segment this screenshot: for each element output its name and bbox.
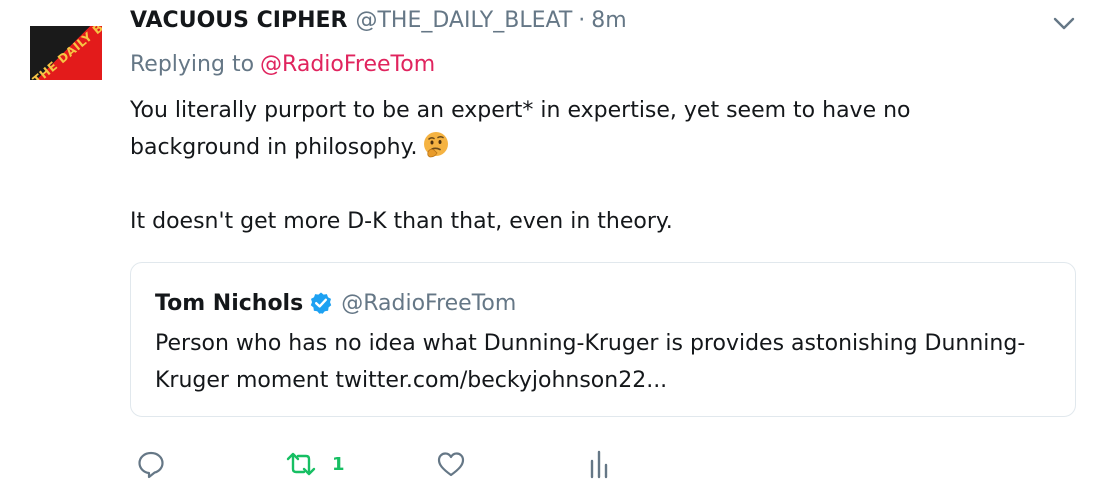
tweet[interactable]: THE DAILY BLEAT VACUOUS CIPHER @THE_DAIL… xyxy=(0,0,1095,490)
reply-icon xyxy=(136,449,166,479)
retweet-icon xyxy=(284,449,318,479)
reply-button[interactable] xyxy=(136,446,166,482)
like-button[interactable] xyxy=(436,446,466,482)
thinking-face-icon xyxy=(421,130,451,160)
retweet-count: 1 xyxy=(332,453,345,475)
timestamp[interactable]: 8m xyxy=(591,8,626,33)
separator-dot: · xyxy=(578,7,586,33)
quoted-tweet-header: Tom Nichols @RadioFreeTom xyxy=(155,287,516,319)
replying-mention-link[interactable]: @RadioFreeTom xyxy=(260,52,435,77)
tweet-header: VACUOUS CIPHER @THE_DAILY_BLEAT · 8m xyxy=(130,4,627,36)
tweet-text-paragraph-2: It doesn't get more D-K than that, even … xyxy=(130,209,673,234)
analytics-icon xyxy=(586,449,612,479)
tweet-text-line-1: You literally purport to be an expert* i… xyxy=(130,98,911,160)
verified-badge-icon xyxy=(309,291,333,315)
heart-icon xyxy=(436,449,466,479)
tweet-text-paragraph-1: You literally purport to be an expert* i… xyxy=(130,92,1030,166)
avatar-logo-text: THE DAILY BLEAT xyxy=(30,26,102,80)
quoted-user-handle: @RadioFreeTom xyxy=(341,290,517,316)
analytics-button[interactable] xyxy=(586,446,612,482)
chevron-down-icon[interactable] xyxy=(1052,14,1076,34)
tweet-text: You literally purport to be an expert* i… xyxy=(130,92,1030,240)
avatar[interactable]: THE DAILY BLEAT xyxy=(30,26,102,80)
display-name[interactable]: VACUOUS CIPHER xyxy=(130,8,347,33)
quoted-tweet-text: Person who has no idea what Dunning-Krug… xyxy=(155,331,1026,393)
quoted-tweet[interactable]: Tom Nichols @RadioFreeTom Person who has… xyxy=(130,262,1076,417)
quoted-display-name: Tom Nichols xyxy=(155,290,304,316)
replying-to: Replying to @RadioFreeTom xyxy=(130,52,435,77)
user-handle[interactable]: @THE_DAILY_BLEAT xyxy=(355,8,572,33)
replying-label: Replying to xyxy=(130,52,255,77)
retweet-button[interactable]: 1 xyxy=(284,446,345,482)
